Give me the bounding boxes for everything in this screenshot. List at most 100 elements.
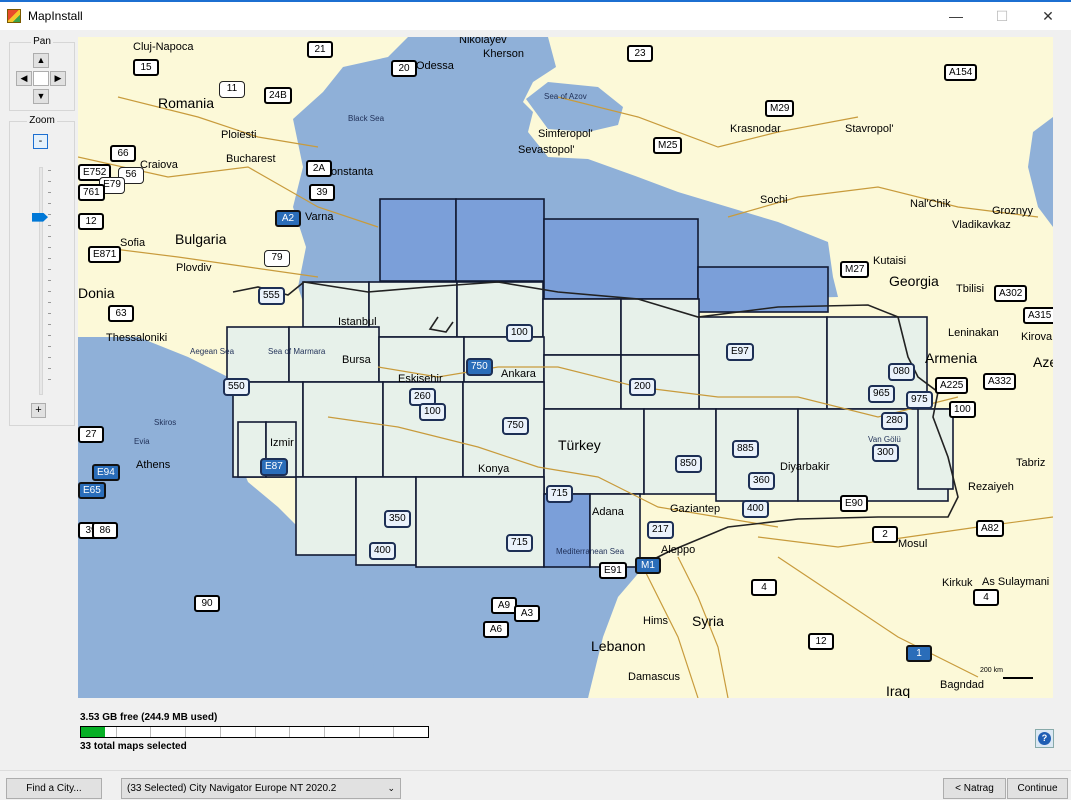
map-view[interactable]: Cluj-Napoca Nikolayev Kherson Odessa Romania… xyxy=(78,37,1053,698)
map-tile[interactable] xyxy=(589,493,641,568)
zoom-tick xyxy=(48,181,51,182)
storage-segment-divider xyxy=(358,727,360,737)
zoom-tick xyxy=(48,291,51,292)
place-label: Thessaloniki xyxy=(106,332,168,344)
road-shield: 1 xyxy=(906,645,932,662)
road-shield: A3 xyxy=(514,605,540,622)
map-tile[interactable] xyxy=(455,198,545,282)
map-tile[interactable] xyxy=(620,298,700,356)
map-tile[interactable] xyxy=(543,218,699,300)
footer-divider xyxy=(0,770,1071,771)
place-label: Adana xyxy=(592,506,624,518)
map-tile[interactable] xyxy=(302,381,384,478)
continue-button[interactable]: Continue xyxy=(1007,778,1068,799)
pan-right-button[interactable]: ▶ xyxy=(50,71,66,86)
place-label: Athens xyxy=(136,459,171,471)
place-label: Romania xyxy=(158,95,215,111)
map-tile[interactable] xyxy=(542,298,622,356)
road-shield: M25 xyxy=(653,137,683,154)
place-label: Stavropol' xyxy=(845,123,894,135)
maximize-button[interactable]: ☐ xyxy=(979,2,1025,30)
map-tile-size-label: 715 xyxy=(546,485,573,503)
place-label: Odessa xyxy=(416,60,454,72)
road-shield: M29 xyxy=(765,100,795,117)
map-tile-size-label: 200 xyxy=(629,378,656,396)
road-shield: 100 xyxy=(949,401,976,418)
place-label: Damascus xyxy=(628,671,680,683)
place-label: Eskisehir xyxy=(398,373,443,385)
pan-down-button[interactable]: ▼ xyxy=(33,89,49,104)
road-shield: E90 xyxy=(840,495,868,512)
window-title: MapInstall xyxy=(28,9,83,23)
zoom-tick xyxy=(48,214,51,215)
place-label: Kherson xyxy=(483,48,524,60)
help-button[interactable]: ? xyxy=(1035,729,1054,748)
pan-left-button[interactable]: ◀ xyxy=(16,71,32,86)
map-tile[interactable] xyxy=(295,476,357,556)
road-shield: A82 xyxy=(976,520,1004,537)
find-city-button[interactable]: Find a City... xyxy=(6,778,102,799)
map-tile[interactable] xyxy=(917,408,954,490)
zoom-tick xyxy=(48,247,51,248)
place-label: Black Sea xyxy=(348,114,385,123)
place-label: Bulgaria xyxy=(175,231,227,247)
back-button[interactable]: < Natrag xyxy=(943,778,1006,799)
road-shield: 20 xyxy=(391,60,417,77)
road-shield: 12 xyxy=(808,633,834,650)
map-tile[interactable] xyxy=(543,354,622,410)
place-label: Sevastopol' xyxy=(518,144,575,156)
place-label: Georgia xyxy=(889,273,939,289)
storage-segment-divider xyxy=(323,727,325,737)
road-shield: 90 xyxy=(194,595,220,612)
zoom-tick xyxy=(48,313,51,314)
place-label: Aegean Sea xyxy=(190,347,235,356)
map-tile[interactable] xyxy=(698,316,828,410)
zoom-tick xyxy=(48,170,51,171)
scale-bar xyxy=(1003,677,1033,679)
map-tile[interactable] xyxy=(415,476,545,568)
road-shield: 66 xyxy=(110,145,136,162)
map-tile-size-label: 080 xyxy=(888,363,915,381)
map-tile[interactable] xyxy=(543,493,591,568)
map-tile-size-label: 100 xyxy=(506,324,533,342)
place-label: Sea of Marmara xyxy=(268,347,326,356)
road-shield: 39 xyxy=(309,184,335,201)
zoom-out-button[interactable]: - xyxy=(33,134,48,149)
zoom-tick xyxy=(48,203,51,204)
map-tile[interactable] xyxy=(379,198,457,282)
storage-segment-divider xyxy=(219,727,221,737)
scale-label: 200 km xyxy=(980,667,1003,674)
road-shield: 15 xyxy=(133,59,159,76)
place-label: Cluj-Napoca xyxy=(133,41,194,53)
pan-up-button[interactable]: ▲ xyxy=(33,53,49,68)
map-tile-size-label: 400 xyxy=(742,500,769,518)
place-label: Ankara xyxy=(501,368,536,380)
storage-segment-divider xyxy=(185,727,187,737)
help-icon: ? xyxy=(1038,732,1051,745)
zoom-slider-track[interactable] xyxy=(39,167,43,395)
map-tile[interactable] xyxy=(643,408,717,495)
zoom-slider-thumb[interactable] xyxy=(32,212,48,222)
place-label: Nikolayev xyxy=(459,37,507,46)
place-label: Bagndad xyxy=(940,679,985,691)
map-tile-size-label: E97 xyxy=(726,343,754,361)
road-shield: 4 xyxy=(751,579,777,596)
map-tile-size-label: 360 xyxy=(748,472,775,490)
road-shield: 63 xyxy=(108,305,134,322)
place-label: Krasnodar xyxy=(730,123,781,135)
zoom-in-button[interactable]: + xyxy=(31,403,46,418)
road-shield: 27 xyxy=(78,426,104,443)
place-label: Sofia xyxy=(120,237,146,249)
map-tile[interactable] xyxy=(697,266,829,313)
place-label: Syria xyxy=(692,613,724,629)
place-label: As Sulaymani xyxy=(982,576,1050,588)
map-tile-size-label: E87 xyxy=(260,458,288,476)
map-tile-size-label: 715 xyxy=(506,534,533,552)
zoom-tick xyxy=(48,269,51,270)
close-button[interactable]: ✕ xyxy=(1025,2,1071,30)
map-product-select[interactable]: (33 Selected) City Navigator Europe NT 2… xyxy=(121,778,401,799)
road-shield: 24B xyxy=(264,87,292,104)
map-tile-size-label: 850 xyxy=(675,455,702,473)
pan-group: Pan ▲ ◀ ▶ ▼ xyxy=(9,36,75,111)
minimize-button[interactable]: — xyxy=(933,2,979,30)
